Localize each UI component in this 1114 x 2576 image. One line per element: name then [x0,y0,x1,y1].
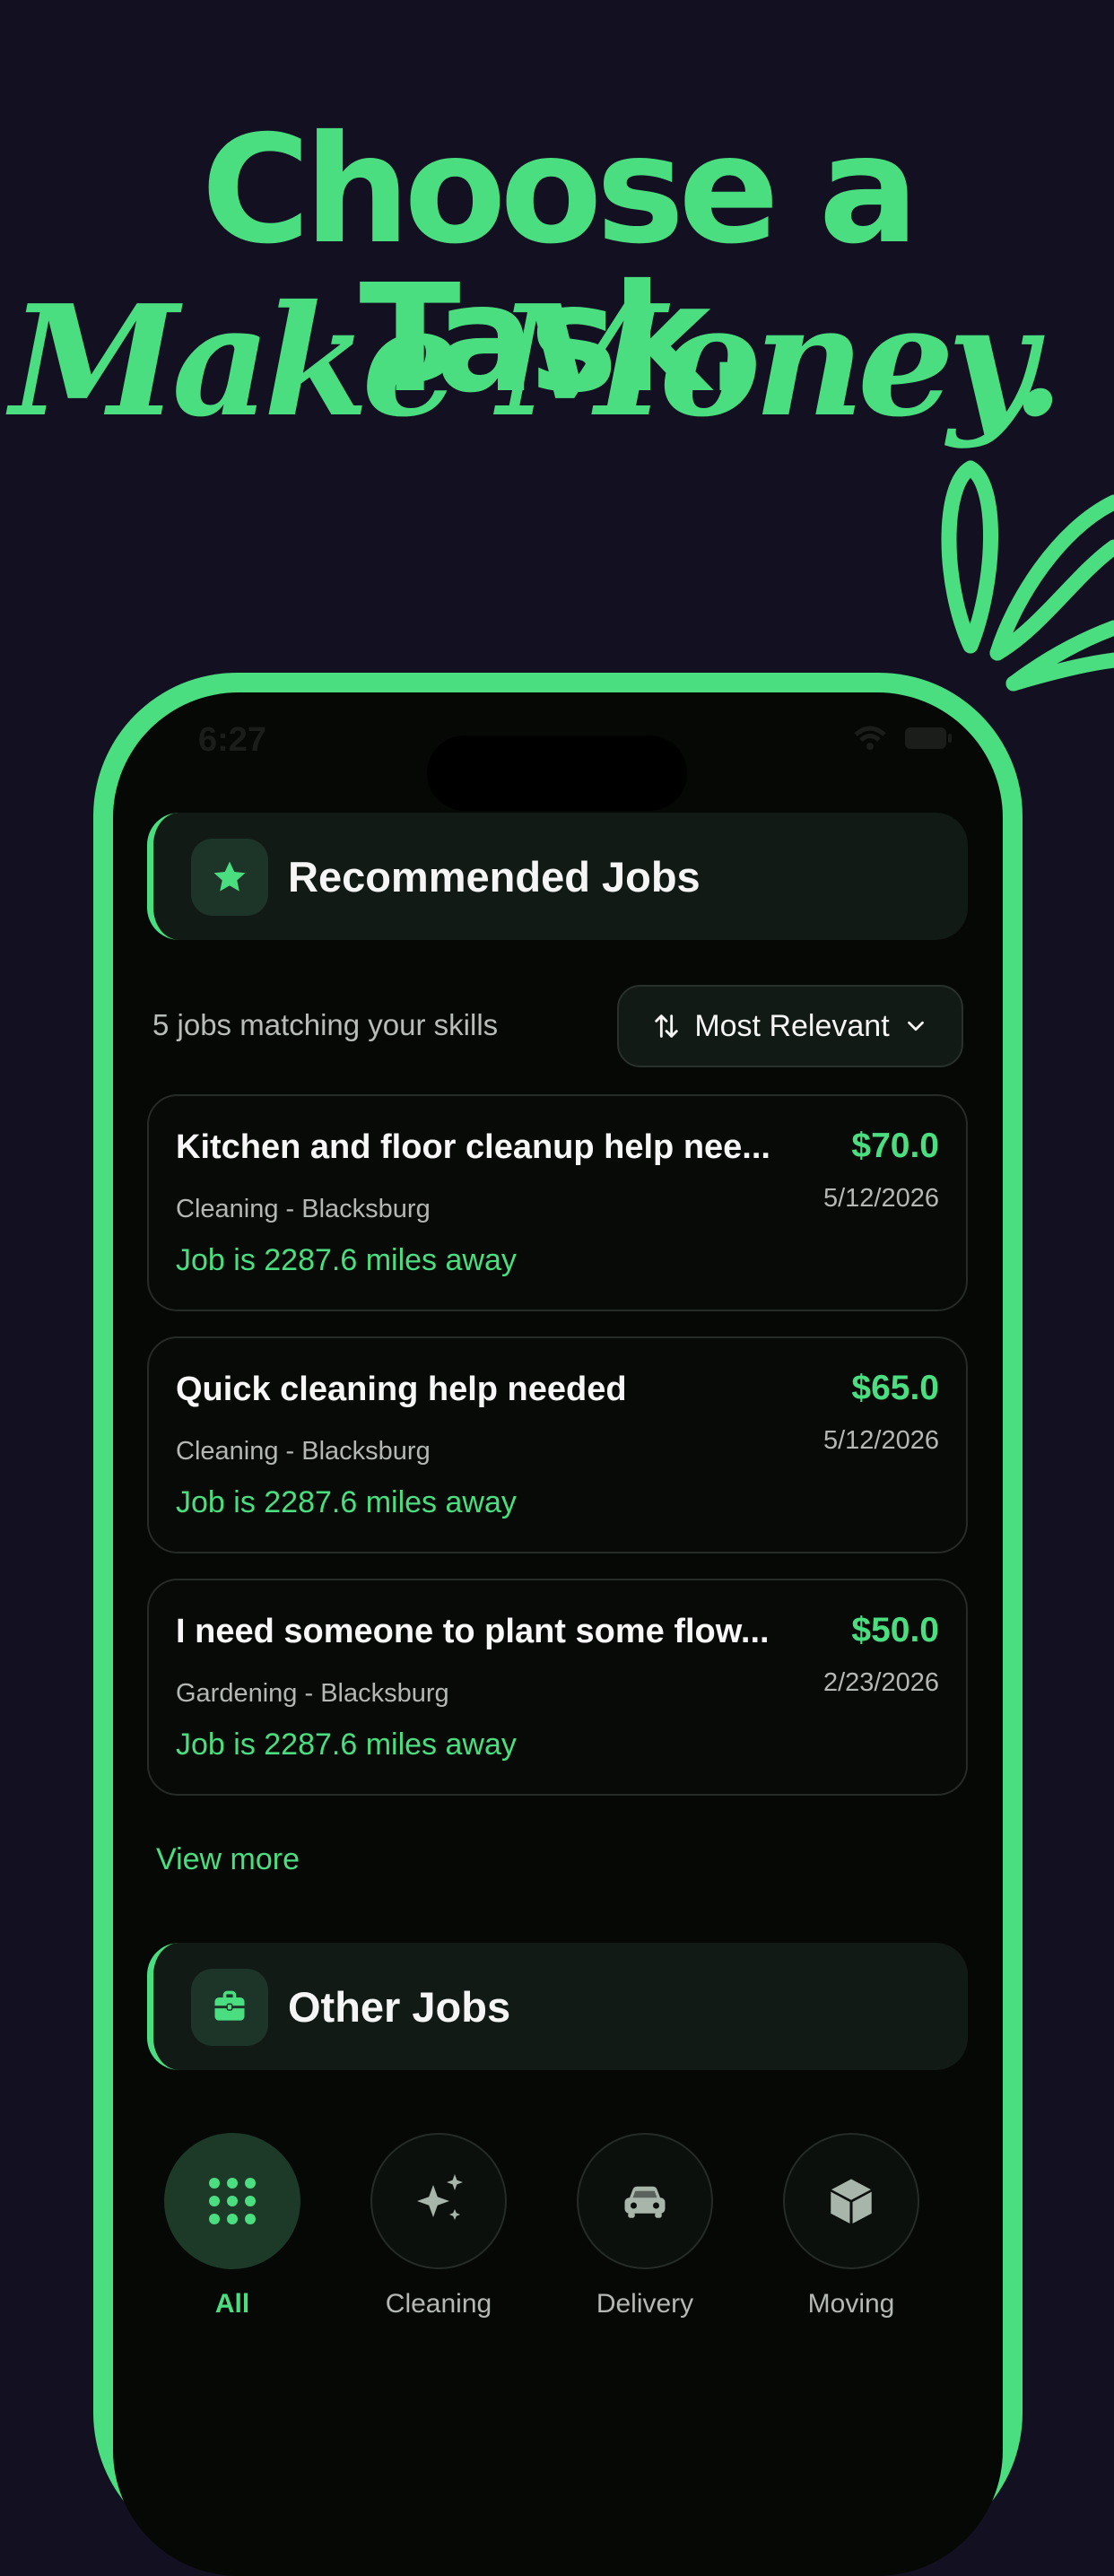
wifi-icon [854,726,886,750]
job-price: $70.0 [851,1127,939,1165]
job-date: 2/23/2026 [822,1668,939,1697]
phone-screen: 6:27 Recommended Jobs 5 jobs matching yo… [113,692,1003,2576]
category-label: Cleaning [385,2289,492,2319]
job-date: 5/12/2026 [822,1184,939,1213]
job-title: I need someone to plant some flow... [176,1613,770,1650]
sparkle-lines-decoration [941,460,1114,692]
category-moving-circle[interactable] [783,2133,919,2269]
view-more-link[interactable]: View more [156,1842,300,1877]
job-title: Quick cleaning help needed [176,1371,627,1408]
sparkles-icon [417,2174,463,2220]
job-card[interactable]: Kitchen and floor cleanup help nee... $7… [147,1094,968,1311]
job-distance: Job is 2287.6 miles away [176,1727,517,1762]
job-title: Kitchen and floor cleanup help nee... [176,1128,770,1166]
star-icon [191,839,268,916]
category-moving[interactable]: Moving [783,2133,919,2319]
category-label: Delivery [596,2289,694,2319]
sort-label: Most Relevant [694,1008,890,1043]
category-cleaning-circle[interactable] [370,2133,507,2269]
job-card[interactable]: Quick cleaning help needed $65.0 5/12/20… [147,1336,968,1553]
category-label: Moving [807,2289,895,2319]
job-category: Cleaning - Blacksburg [176,1195,431,1223]
other-jobs-title: Other Jobs [288,1983,511,2031]
category-delivery-circle[interactable] [577,2133,713,2269]
status-time: 6:27 [198,721,267,759]
job-date: 5/12/2026 [822,1426,939,1455]
headline-make-money: Make Money. [10,272,1064,451]
chevron-down-icon [907,1021,924,1031]
status-bar: 6:27 [113,692,1003,811]
job-card[interactable]: I need someone to plant some flow... $50… [147,1579,968,1796]
sort-arrows-icon [655,1014,679,1038]
category-delivery[interactable]: Delivery [577,2133,713,2319]
job-distance: Job is 2287.6 miles away [176,1243,517,1277]
sort-dropdown-button[interactable]: Most Relevant [617,985,963,1067]
job-category: Gardening - Blacksburg [176,1679,449,1708]
job-price: $50.0 [851,1611,939,1649]
recommended-jobs-title: Recommended Jobs [288,853,701,901]
box-icon [831,2179,872,2224]
job-category: Cleaning - Blacksburg [176,1437,431,1466]
status-icons [852,725,953,752]
grid-icon [209,2178,256,2224]
dynamic-island [427,735,687,811]
recommended-jobs-header: Recommended Jobs [147,813,968,940]
job-price: $65.0 [851,1369,939,1407]
job-distance: Job is 2287.6 miles away [176,1485,517,1519]
category-all-circle[interactable] [164,2133,300,2269]
category-label: All [214,2289,250,2319]
category-all[interactable]: All [164,2133,300,2319]
other-jobs-header: Other Jobs [147,1943,968,2070]
jobs-count-text: 5 jobs matching your skills [152,1008,499,1041]
car-icon [624,2186,666,2218]
briefcase-icon [191,1969,268,2046]
battery-icon [905,727,952,749]
category-cleaning[interactable]: Cleaning [370,2133,507,2319]
